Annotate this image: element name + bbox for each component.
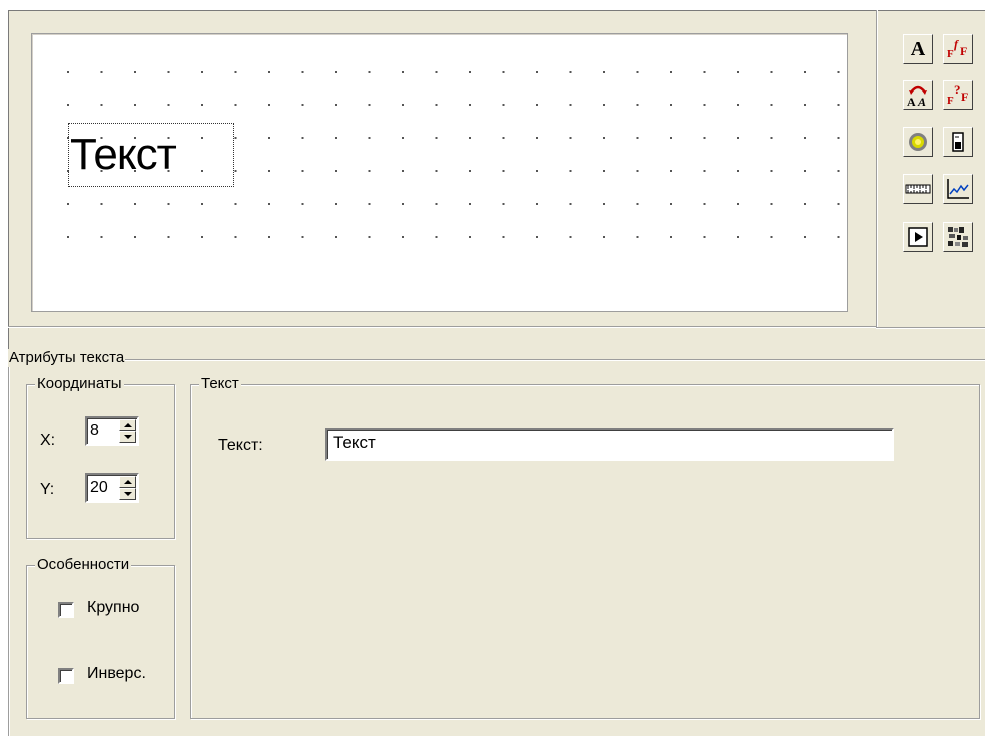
- svg-text:?: ?: [954, 82, 961, 97]
- large-label[interactable]: Крупно: [87, 599, 139, 617]
- y-spin-down-button[interactable]: [119, 488, 136, 500]
- x-spinner[interactable]: 8: [85, 416, 139, 446]
- bitmap-tool-icon[interactable]: [943, 222, 973, 252]
- formula-tool-icon[interactable]: F? F: [943, 80, 973, 110]
- svg-text:F: F: [947, 95, 954, 107]
- x-label: X:: [40, 432, 56, 449]
- svg-text:F: F: [947, 48, 954, 60]
- svg-text:f: f: [954, 37, 959, 51]
- graph-tool-icon[interactable]: [943, 174, 973, 204]
- ruler-tool-icon[interactable]: [903, 174, 933, 204]
- text-group-title: Текст: [199, 375, 241, 393]
- y-value[interactable]: 20: [90, 479, 108, 497]
- toolbox-bottom-divider: [876, 327, 985, 328]
- x-spin-down-button[interactable]: [119, 431, 136, 443]
- x-value[interactable]: 8: [90, 422, 99, 440]
- text-field-label: Текст:: [218, 437, 263, 454]
- text-attributes-title: Атрибуты текста: [8, 349, 126, 367]
- coordinates-group: Координаты: [26, 375, 175, 539]
- play-tool-icon[interactable]: [903, 222, 933, 252]
- large-checkbox[interactable]: [58, 602, 74, 618]
- big-text-tool-icon[interactable]: AA: [903, 80, 933, 110]
- svg-text:A: A: [907, 95, 916, 108]
- indicator-tool-icon[interactable]: [903, 127, 933, 157]
- x-spin-up-button[interactable]: [119, 419, 136, 431]
- features-title: Особенности: [35, 556, 132, 574]
- top-divider: [8, 326, 876, 327]
- design-canvas[interactable]: Текст: [31, 33, 848, 312]
- y-spinner[interactable]: 20: [85, 473, 139, 503]
- canvas-text-item[interactable]: Текст: [68, 123, 234, 187]
- toolbox-divider: [876, 10, 877, 328]
- text-tool-icon[interactable]: A: [903, 34, 933, 64]
- inverse-label[interactable]: Инверс.: [87, 665, 146, 683]
- coordinates-title: Координаты: [35, 375, 124, 393]
- inverse-checkbox[interactable]: [58, 668, 74, 684]
- y-spin-up-button[interactable]: [119, 476, 136, 488]
- formatted-text-tool-icon[interactable]: FfF: [943, 34, 973, 64]
- bar-tool-icon[interactable]: [943, 127, 973, 157]
- features-group: Особенности: [26, 556, 175, 719]
- text-input[interactable]: Текст: [325, 428, 894, 461]
- svg-text:F: F: [961, 90, 968, 104]
- svg-text:F: F: [960, 44, 967, 58]
- svg-text:A: A: [917, 95, 926, 108]
- y-label: Y:: [40, 481, 55, 498]
